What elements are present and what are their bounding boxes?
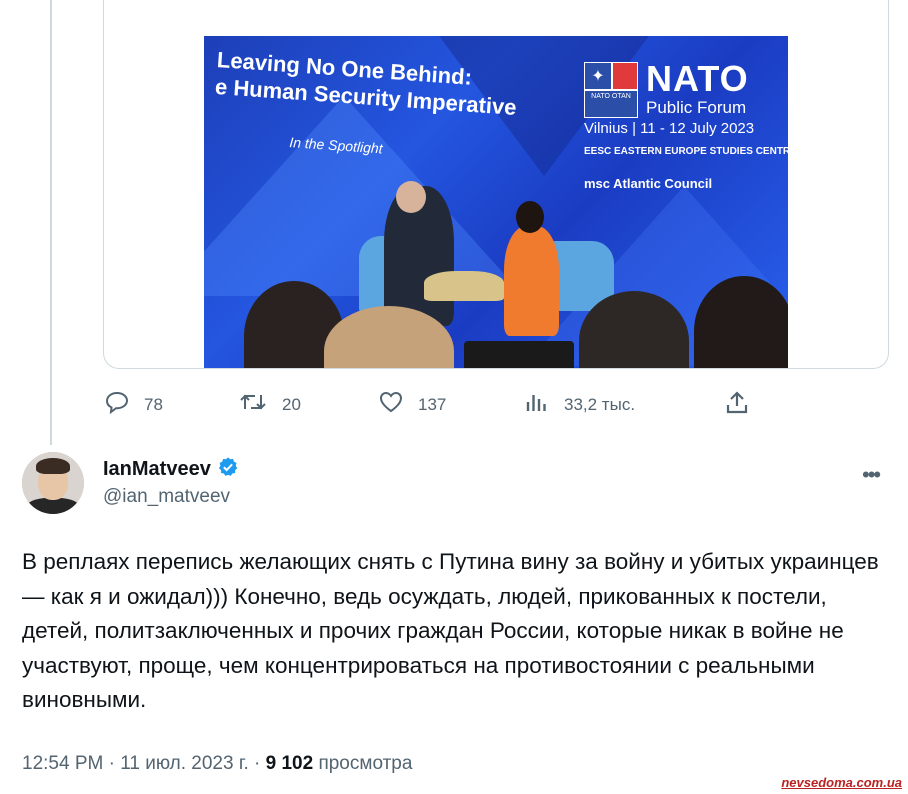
tweet-timestamp[interactable]: 12:54 PM · 11 июл. 2023 г. · bbox=[22, 753, 266, 774]
watermark: nevsedoma.com.ua bbox=[781, 775, 902, 790]
tweet-views-number: 9 102 bbox=[265, 753, 314, 774]
share-icon bbox=[724, 390, 750, 421]
tweet-action-bar: 78 20 137 33,2 тыс. bbox=[0, 390, 908, 420]
views-count: 33,2 тыс. bbox=[564, 394, 636, 414]
compass-icon: ✦ bbox=[584, 62, 612, 90]
author-display-name[interactable]: IanMatveev bbox=[103, 458, 211, 481]
speaker-woman-head bbox=[516, 201, 544, 233]
author-handle[interactable]: @ian_matveev bbox=[103, 486, 230, 508]
speaker-woman bbox=[504, 226, 559, 336]
views-button[interactable]: 33,2 тыс. bbox=[524, 390, 635, 419]
like-count: 137 bbox=[418, 394, 447, 414]
reply-button[interactable]: 78 bbox=[104, 390, 163, 419]
retweet-icon bbox=[238, 390, 268, 419]
thread-connector-line bbox=[50, 0, 52, 445]
tweet-text: В реплаях перепись желающих снять с Пути… bbox=[22, 549, 879, 712]
share-button[interactable] bbox=[724, 390, 764, 421]
event-photo[interactable]: Leaving No One Behind: e Human Security … bbox=[204, 36, 788, 368]
speaker-man-legs bbox=[424, 271, 504, 301]
nato-wordmark: NATO bbox=[646, 58, 749, 99]
reply-icon bbox=[104, 390, 130, 419]
verified-badge-icon bbox=[217, 456, 239, 483]
avatar[interactable] bbox=[22, 452, 84, 514]
author-name-row[interactable]: IanMatveev bbox=[103, 456, 239, 483]
heart-icon bbox=[378, 390, 404, 419]
event-dates: Vilnius | 11 - 12 July 2023 bbox=[584, 120, 755, 137]
retweet-button[interactable]: 20 bbox=[238, 390, 301, 419]
media-card[interactable]: Leaving No One Behind: e Human Security … bbox=[103, 0, 889, 369]
sponsor-logos-row1: EESC EASTERN EUROPE STUDIES CENTRE G|M|F bbox=[584, 146, 788, 157]
more-options-button[interactable]: ••• bbox=[862, 462, 881, 488]
public-forum-label: Public Forum bbox=[646, 98, 747, 117]
sponsor-logos-row2: msc Atlantic Council bbox=[584, 176, 713, 191]
tweet-views-label: просмотра bbox=[318, 753, 413, 774]
tweet-metadata: 12:54 PM · 11 июл. 2023 г. · 9 102 просм… bbox=[22, 753, 412, 775]
nato-emblem-text: NATO OTAN bbox=[584, 90, 638, 118]
bar-chart-icon bbox=[524, 390, 550, 419]
reply-count: 78 bbox=[144, 394, 163, 414]
speaker-man-head bbox=[396, 181, 426, 213]
audience-silhouette bbox=[464, 341, 574, 368]
retweet-count: 20 bbox=[282, 394, 301, 414]
forum-emblem-icon bbox=[612, 62, 638, 90]
like-button[interactable]: 137 bbox=[378, 390, 446, 419]
